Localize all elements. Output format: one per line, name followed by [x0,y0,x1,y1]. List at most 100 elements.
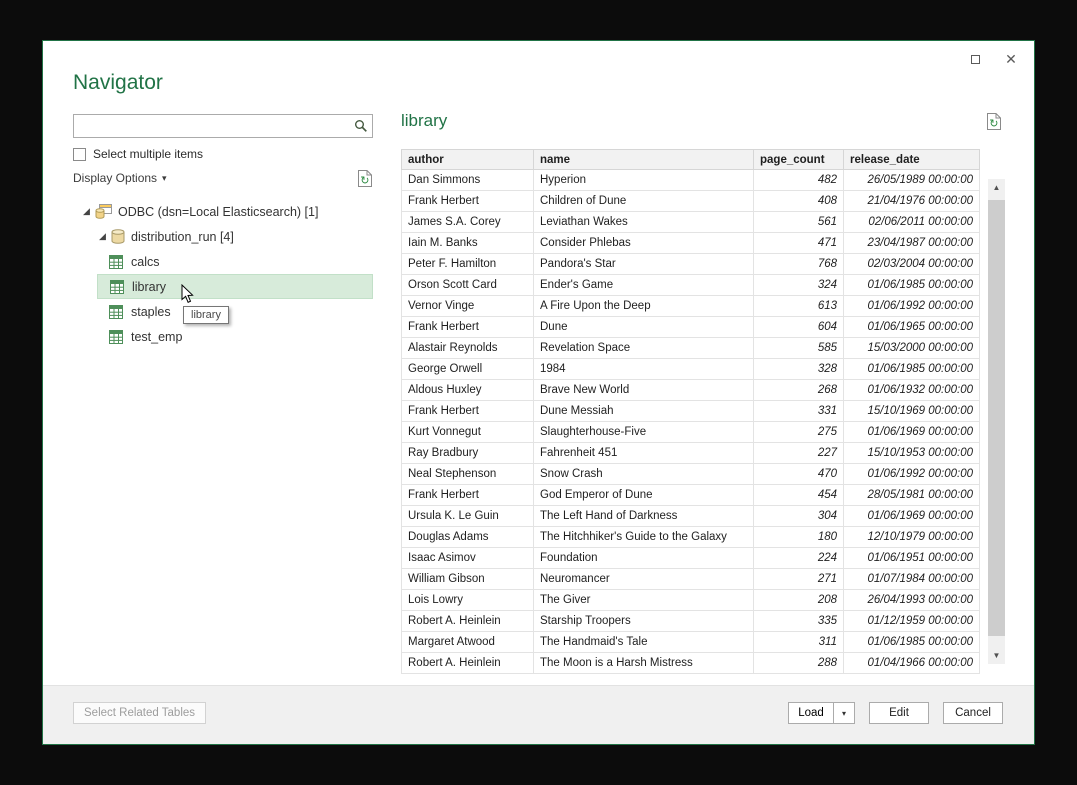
cell: 275 [754,422,844,443]
close-icon: ✕ [1005,51,1017,68]
cell: Foundation [534,548,754,569]
table-row: Peter F. HamiltonPandora's Star76802/03/… [402,254,980,275]
refresh-tree-icon[interactable]: ↻ [358,170,373,187]
table-row: Aldous HuxleyBrave New World26801/06/193… [402,380,980,401]
edit-button[interactable]: Edit [869,702,929,724]
cell: 01/06/1969 00:00:00 [844,506,980,527]
tree-item-staples[interactable]: staples [97,299,373,324]
preview-scrollbar[interactable]: ▲ ▼ [988,179,1005,664]
cell: 482 [754,170,844,191]
tree-item-test_emp[interactable]: test_emp [97,324,373,349]
tree-item-odbc-source[interactable]: ◢ ODBC (dsn=Local Elasticsearch) [1] [73,199,373,224]
cell: Peter F. Hamilton [402,254,534,275]
search-input[interactable] [74,116,350,136]
chevron-down-icon: ▾ [842,709,846,718]
cell: 288 [754,653,844,674]
cell: 268 [754,380,844,401]
cell: Ursula K. Le Guin [402,506,534,527]
load-button[interactable]: Load [788,702,834,724]
cell: 01/06/1985 00:00:00 [844,632,980,653]
cell: 454 [754,485,844,506]
cell: Aldous Huxley [402,380,534,401]
cancel-button[interactable]: Cancel [943,702,1003,724]
cell: 01/12/1959 00:00:00 [844,611,980,632]
cell: Starship Troopers [534,611,754,632]
cell: Dan Simmons [402,170,534,191]
cell: Slaughterhouse-Five [534,422,754,443]
scroll-up-icon: ▲ [993,183,1001,192]
cell: 28/05/1981 00:00:00 [844,485,980,506]
select-related-tables-button[interactable]: Select Related Tables [73,702,206,724]
table-row: Frank HerbertDune Messiah33115/10/1969 0… [402,401,980,422]
column-header-name: name [534,150,754,170]
cell: 408 [754,191,844,212]
page-title: Navigator [73,71,163,95]
cell: 585 [754,338,844,359]
expander-icon[interactable]: ◢ [83,206,95,217]
column-header-author: author [402,150,534,170]
table-row: George Orwell198432801/06/1985 00:00:00 [402,359,980,380]
cell: The Hitchhiker's Guide to the Galaxy [534,527,754,548]
cell: Vernor Vinge [402,296,534,317]
refresh-preview-icon[interactable]: ↻ [987,113,1002,135]
cell: Ray Bradbury [402,443,534,464]
tree-item-distribution-run[interactable]: ◢ distribution_run [4] [73,224,373,249]
tree-item-label: distribution_run [4] [131,230,234,244]
cell: Kurt Vonnegut [402,422,534,443]
table-row: Isaac AsimovFoundation22401/06/1951 00:0… [402,548,980,569]
tree-children: calcs library staples test_emp [73,249,373,349]
table-row: Iain M. BanksConsider Phlebas47123/04/19… [402,233,980,254]
search-icon[interactable] [350,119,372,133]
cell: 335 [754,611,844,632]
cell: Dune Messiah [534,401,754,422]
cell: 23/04/1987 00:00:00 [844,233,980,254]
table-row: Alastair ReynoldsRevelation Space58515/0… [402,338,980,359]
cell: 561 [754,212,844,233]
display-options-dropdown[interactable]: Display Options [73,171,157,185]
cell: 1984 [534,359,754,380]
table-row: Ray BradburyFahrenheit 45122715/10/1953 … [402,443,980,464]
load-dropdown-button[interactable]: ▾ [834,702,855,724]
table-row: Lois LowryThe Giver20826/04/1993 00:00:0… [402,590,980,611]
table-row: Robert A. HeinleinStarship Troopers33501… [402,611,980,632]
display-options-row: Display Options ▾ ↻ [73,169,373,187]
cell: Douglas Adams [402,527,534,548]
cell: 02/03/2004 00:00:00 [844,254,980,275]
cell: William Gibson [402,569,534,590]
cell: Snow Crash [534,464,754,485]
table-row: Vernor VingeA Fire Upon the Deep61301/06… [402,296,980,317]
cell: 01/06/1951 00:00:00 [844,548,980,569]
scroll-down-button[interactable]: ▼ [988,647,1005,664]
cell: A Fire Upon the Deep [534,296,754,317]
tree-item-library[interactable]: library [97,274,373,299]
select-multiple-checkbox[interactable] [73,148,86,161]
select-multiple-label[interactable]: Select multiple items [93,147,203,161]
table-row: Frank HerbertChildren of Dune40821/04/19… [402,191,980,212]
scroll-up-button[interactable]: ▲ [988,179,1005,196]
maximize-button[interactable] [964,49,986,69]
tree-item-calcs[interactable]: calcs [97,249,373,274]
cell: 208 [754,590,844,611]
cell: Lois Lowry [402,590,534,611]
cell: 613 [754,296,844,317]
table-row: Neal StephensonSnow Crash47001/06/1992 0… [402,464,980,485]
cell: Frank Herbert [402,191,534,212]
cell: 768 [754,254,844,275]
scrollbar-thumb[interactable] [988,200,1005,636]
svg-text:↻: ↻ [360,175,369,187]
table-row: William GibsonNeuromancer27101/07/1984 0… [402,569,980,590]
close-button[interactable]: ✕ [1000,49,1022,69]
cell: Ender's Game [534,275,754,296]
cell: 471 [754,233,844,254]
cell: 331 [754,401,844,422]
cell: 604 [754,317,844,338]
cell: 21/04/1976 00:00:00 [844,191,980,212]
svg-text:↻: ↻ [989,118,998,130]
window-controls: ✕ [964,49,1022,69]
cell: 15/10/1969 00:00:00 [844,401,980,422]
cell: 26/05/1989 00:00:00 [844,170,980,191]
expander-icon[interactable]: ◢ [99,231,111,242]
table-row: Frank HerbertDune60401/06/1965 00:00:00 [402,317,980,338]
chevron-down-icon[interactable]: ▾ [162,173,167,184]
cell: 01/06/1965 00:00:00 [844,317,980,338]
